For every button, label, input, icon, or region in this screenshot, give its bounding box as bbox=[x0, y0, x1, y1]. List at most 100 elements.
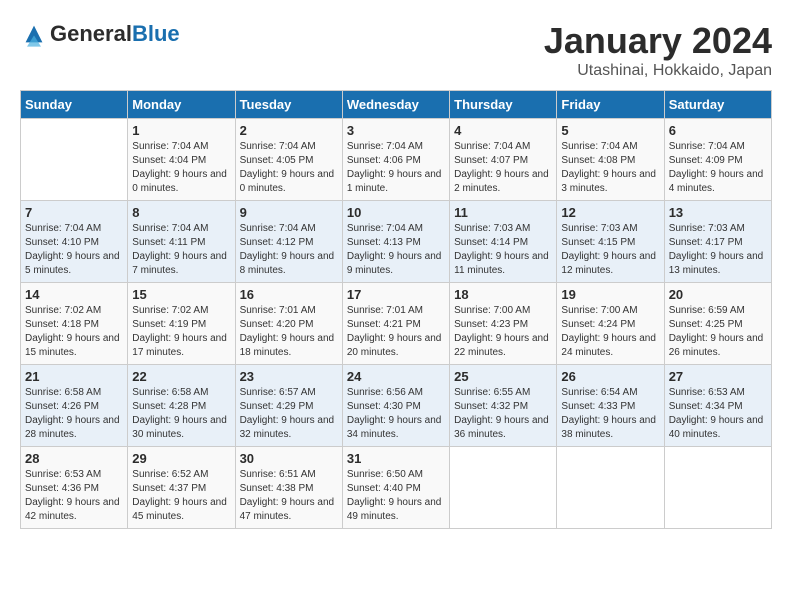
calendar-cell: 23 Sunrise: 6:57 AMSunset: 4:29 PMDayligh… bbox=[235, 365, 342, 447]
calendar-cell: 6 Sunrise: 7:04 AMSunset: 4:09 PMDaylight… bbox=[664, 119, 771, 201]
calendar-cell: 10 Sunrise: 7:04 AMSunset: 4:13 PMDayligh… bbox=[342, 201, 449, 283]
calendar-cell: 1Sunrise: 7:04 AMSunset: 4:04 PMDaylight… bbox=[128, 119, 235, 201]
calendar-cell: 12 Sunrise: 7:03 AMSunset: 4:15 PMDayligh… bbox=[557, 201, 664, 283]
day-info: Sunrise: 7:01 AMSunset: 4:20 PMDaylight:… bbox=[240, 304, 338, 360]
day-number: 8 bbox=[132, 205, 230, 220]
calendar-cell: 25 Sunrise: 6:55 AMSunset: 4:32 PMDayligh… bbox=[450, 365, 557, 447]
header-day-thursday: Thursday bbox=[450, 91, 557, 119]
day-number: 25 bbox=[454, 369, 552, 384]
day-number: 18 bbox=[454, 287, 552, 302]
calendar-cell: 3 Sunrise: 7:04 AMSunset: 4:06 PMDaylight… bbox=[342, 119, 449, 201]
day-number: 31 bbox=[347, 451, 445, 466]
day-info: Sunrise: 7:04 AMSunset: 4:05 PMDaylight:… bbox=[240, 140, 338, 196]
calendar-cell: 2 Sunrise: 7:04 AMSunset: 4:05 PMDaylight… bbox=[235, 119, 342, 201]
header-day-wednesday: Wednesday bbox=[342, 91, 449, 119]
calendar-week-row: 7 Sunrise: 7:04 AMSunset: 4:10 PMDaylight… bbox=[21, 201, 772, 283]
day-number: 12 bbox=[561, 205, 659, 220]
calendar-cell: 19 Sunrise: 7:00 AMSunset: 4:24 PMDayligh… bbox=[557, 283, 664, 365]
calendar-table: SundayMondayTuesdayWednesdayThursdayFrid… bbox=[20, 90, 772, 529]
day-number: 14 bbox=[25, 287, 123, 302]
day-info: Sunrise: 7:00 AMSunset: 4:24 PMDaylight:… bbox=[561, 304, 659, 360]
day-info: Sunrise: 6:58 AMSunset: 4:28 PMDaylight:… bbox=[132, 386, 230, 442]
month-title: January 2024 bbox=[544, 20, 772, 62]
calendar-cell: 18 Sunrise: 7:00 AMSunset: 4:23 PMDayligh… bbox=[450, 283, 557, 365]
day-info: Sunrise: 6:51 AMSunset: 4:38 PMDaylight:… bbox=[240, 468, 338, 524]
calendar-week-row: 14 Sunrise: 7:02 AMSunset: 4:18 PMDayligh… bbox=[21, 283, 772, 365]
day-number: 21 bbox=[25, 369, 123, 384]
day-info: Sunrise: 7:04 AMSunset: 4:07 PMDaylight:… bbox=[454, 140, 552, 196]
day-info: Sunrise: 7:04 AMSunset: 4:10 PMDaylight:… bbox=[25, 222, 123, 278]
logo-blue: Blue bbox=[132, 21, 180, 46]
calendar-cell: 29 Sunrise: 6:52 AMSunset: 4:37 PMDayligh… bbox=[128, 447, 235, 529]
calendar-cell bbox=[557, 447, 664, 529]
day-info: Sunrise: 7:00 AMSunset: 4:23 PMDaylight:… bbox=[454, 304, 552, 360]
day-info: Sunrise: 6:58 AMSunset: 4:26 PMDaylight:… bbox=[25, 386, 123, 442]
day-info: Sunrise: 6:56 AMSunset: 4:30 PMDaylight:… bbox=[347, 386, 445, 442]
day-number: 17 bbox=[347, 287, 445, 302]
day-info: Sunrise: 6:52 AMSunset: 4:37 PMDaylight:… bbox=[132, 468, 230, 524]
day-info: Sunrise: 7:04 AMSunset: 4:13 PMDaylight:… bbox=[347, 222, 445, 278]
calendar-cell: 16 Sunrise: 7:01 AMSunset: 4:20 PMDayligh… bbox=[235, 283, 342, 365]
day-info: Sunrise: 7:04 AMSunset: 4:06 PMDaylight:… bbox=[347, 140, 445, 196]
calendar-cell: 22Sunrise: 6:58 AMSunset: 4:28 PMDayligh… bbox=[128, 365, 235, 447]
calendar-cell bbox=[21, 119, 128, 201]
calendar-week-row: 1Sunrise: 7:04 AMSunset: 4:04 PMDaylight… bbox=[21, 119, 772, 201]
day-info: Sunrise: 6:57 AMSunset: 4:29 PMDaylight:… bbox=[240, 386, 338, 442]
day-number: 16 bbox=[240, 287, 338, 302]
calendar-cell bbox=[450, 447, 557, 529]
day-info: Sunrise: 7:01 AMSunset: 4:21 PMDaylight:… bbox=[347, 304, 445, 360]
day-number: 2 bbox=[240, 123, 338, 138]
day-number: 13 bbox=[669, 205, 767, 220]
day-number: 24 bbox=[347, 369, 445, 384]
day-info: Sunrise: 6:55 AMSunset: 4:32 PMDaylight:… bbox=[454, 386, 552, 442]
calendar-cell: 14 Sunrise: 7:02 AMSunset: 4:18 PMDayligh… bbox=[21, 283, 128, 365]
day-info: Sunrise: 6:53 AMSunset: 4:34 PMDaylight:… bbox=[669, 386, 767, 442]
location-title: Utashinai, Hokkaido, Japan bbox=[544, 62, 772, 80]
day-info: Sunrise: 7:04 AMSunset: 4:11 PMDaylight:… bbox=[132, 222, 230, 278]
calendar-week-row: 28 Sunrise: 6:53 AMSunset: 4:36 PMDayligh… bbox=[21, 447, 772, 529]
day-number: 10 bbox=[347, 205, 445, 220]
day-number: 7 bbox=[25, 205, 123, 220]
calendar-cell bbox=[664, 447, 771, 529]
day-number: 26 bbox=[561, 369, 659, 384]
logo: GeneralBlue bbox=[20, 20, 180, 48]
calendar-cell: 11 Sunrise: 7:03 AMSunset: 4:14 PMDayligh… bbox=[450, 201, 557, 283]
logo-text: GeneralBlue bbox=[50, 23, 180, 45]
header-day-friday: Friday bbox=[557, 91, 664, 119]
day-info: Sunrise: 6:54 AMSunset: 4:33 PMDaylight:… bbox=[561, 386, 659, 442]
logo-icon bbox=[20, 20, 48, 48]
calendar-cell: 17 Sunrise: 7:01 AMSunset: 4:21 PMDayligh… bbox=[342, 283, 449, 365]
day-number: 11 bbox=[454, 205, 552, 220]
day-number: 28 bbox=[25, 451, 123, 466]
day-info: Sunrise: 7:04 AMSunset: 4:09 PMDaylight:… bbox=[669, 140, 767, 196]
calendar-cell: 7 Sunrise: 7:04 AMSunset: 4:10 PMDaylight… bbox=[21, 201, 128, 283]
calendar-cell: 21 Sunrise: 6:58 AMSunset: 4:26 PMDayligh… bbox=[21, 365, 128, 447]
calendar-header-row: SundayMondayTuesdayWednesdayThursdayFrid… bbox=[21, 91, 772, 119]
day-info: Sunrise: 7:03 AMSunset: 4:14 PMDaylight:… bbox=[454, 222, 552, 278]
day-number: 19 bbox=[561, 287, 659, 302]
day-number: 23 bbox=[240, 369, 338, 384]
day-info: Sunrise: 7:04 AMSunset: 4:12 PMDaylight:… bbox=[240, 222, 338, 278]
calendar-cell: 5Sunrise: 7:04 AMSunset: 4:08 PMDaylight… bbox=[557, 119, 664, 201]
day-info: Sunrise: 6:53 AMSunset: 4:36 PMDaylight:… bbox=[25, 468, 123, 524]
day-number: 27 bbox=[669, 369, 767, 384]
calendar-cell: 13 Sunrise: 7:03 AMSunset: 4:17 PMDayligh… bbox=[664, 201, 771, 283]
day-info: Sunrise: 7:02 AMSunset: 4:19 PMDaylight:… bbox=[132, 304, 230, 360]
page-header: GeneralBlue January 2024 Utashinai, Hokk… bbox=[20, 20, 772, 80]
day-number: 15 bbox=[132, 287, 230, 302]
day-info: Sunrise: 7:03 AMSunset: 4:15 PMDaylight:… bbox=[561, 222, 659, 278]
calendar-cell: 20Sunrise: 6:59 AMSunset: 4:25 PMDayligh… bbox=[664, 283, 771, 365]
day-info: Sunrise: 7:02 AMSunset: 4:18 PMDaylight:… bbox=[25, 304, 123, 360]
day-info: Sunrise: 7:03 AMSunset: 4:17 PMDaylight:… bbox=[669, 222, 767, 278]
day-number: 29 bbox=[132, 451, 230, 466]
day-number: 6 bbox=[669, 123, 767, 138]
day-number: 3 bbox=[347, 123, 445, 138]
day-number: 30 bbox=[240, 451, 338, 466]
calendar-week-row: 21 Sunrise: 6:58 AMSunset: 4:26 PMDayligh… bbox=[21, 365, 772, 447]
day-number: 9 bbox=[240, 205, 338, 220]
day-number: 20 bbox=[669, 287, 767, 302]
calendar-cell: 4Sunrise: 7:04 AMSunset: 4:07 PMDaylight… bbox=[450, 119, 557, 201]
day-info: Sunrise: 6:50 AMSunset: 4:40 PMDaylight:… bbox=[347, 468, 445, 524]
day-info: Sunrise: 7:04 AMSunset: 4:08 PMDaylight:… bbox=[561, 140, 659, 196]
calendar-cell: 27 Sunrise: 6:53 AMSunset: 4:34 PMDayligh… bbox=[664, 365, 771, 447]
